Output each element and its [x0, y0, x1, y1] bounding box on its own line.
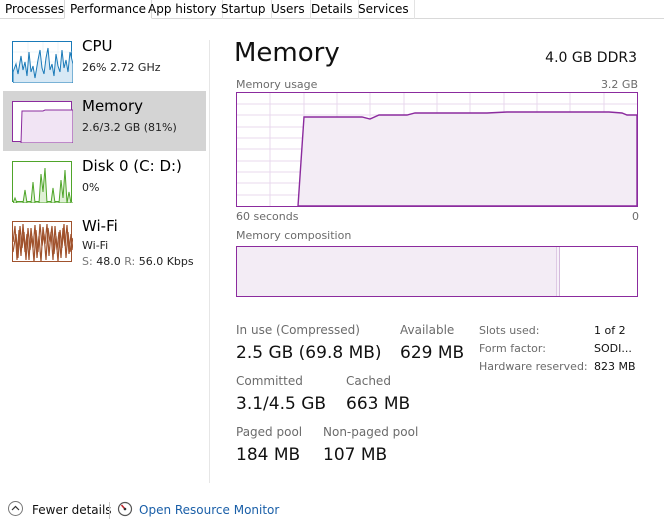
non-paged-pool-label: Non-paged pool: [323, 425, 419, 439]
cpu-graph-icon: [12, 41, 73, 83]
in-use-label: In use (Compressed): [236, 323, 360, 337]
footer-bar: Fewer details Open Resource Monitor: [0, 494, 664, 530]
slots-used-value: 1 of 2: [594, 324, 626, 337]
sidebar-item-disk[interactable]: Disk 0 (C: D:) 0%: [3, 151, 206, 211]
sidebar-item-title: Disk 0 (C: D:): [82, 157, 182, 175]
chevron-up-icon[interactable]: [8, 501, 23, 516]
receive-value: 56.0 Kbps: [138, 255, 194, 268]
slots-used-label: Slots used:: [479, 324, 540, 337]
paged-pool-label: Paged pool: [236, 425, 303, 439]
send-label: S:: [82, 255, 93, 268]
sidebar-item-title: Memory: [82, 97, 144, 115]
sidebar-item-throughput: S: 48.0 R: 56.0 Kbps: [82, 255, 194, 268]
sidebar-item-title: CPU: [82, 37, 113, 55]
tab-processes[interactable]: Processes: [0, 0, 71, 19]
sidebar-item-subtitle: 26% 2.72 GHz: [82, 61, 161, 74]
footer-separator: [109, 502, 110, 519]
open-resource-monitor-link[interactable]: Open Resource Monitor: [139, 503, 279, 517]
memory-composition-bar: [236, 246, 638, 297]
resource-sidebar: CPU 26% 2.72 GHz Memory 2.6/3.2 GB (81%)…: [0, 30, 208, 485]
send-value: 48.0: [96, 255, 121, 268]
cached-label: Cached: [346, 374, 391, 388]
memory-spec: 4.0 GB DDR3: [545, 50, 637, 66]
composition-label: Memory composition: [236, 229, 352, 242]
committed-value: 3.1/4.5 GB: [236, 394, 327, 414]
hardware-reserved-value: 823 MB: [594, 360, 636, 373]
tab-users[interactable]: Users: [266, 0, 311, 19]
sidebar-item-cpu[interactable]: CPU 26% 2.72 GHz: [3, 31, 206, 91]
graph-time-left: 60 seconds: [236, 210, 299, 223]
disk-graph-icon: [12, 161, 73, 203]
available-value: 629 MB: [400, 343, 465, 363]
memory-usage-graph: [236, 92, 638, 207]
sidebar-item-subtitle: 0%: [82, 181, 100, 194]
page-title: Memory: [234, 38, 340, 68]
sidebar-item-title: Wi-Fi: [82, 217, 118, 235]
tab-app-history[interactable]: App history: [143, 0, 223, 19]
available-label: Available: [400, 323, 455, 337]
tab-startup[interactable]: Startup: [216, 0, 272, 19]
receive-label: R:: [124, 255, 136, 268]
paged-pool-value: 184 MB: [236, 445, 301, 465]
tab-bar: Processes Performance App history Startu…: [0, 0, 664, 19]
sidebar-item-subtitle: 2.6/3.2 GB (81%): [82, 121, 177, 134]
memory-graph-icon: [12, 101, 73, 143]
wifi-graph-icon: [12, 221, 73, 263]
form-factor-label: Form factor:: [479, 342, 546, 355]
tab-details[interactable]: Details: [306, 0, 359, 19]
resource-monitor-icon[interactable]: [117, 501, 133, 517]
in-use-value: 2.5 GB (69.8 MB): [236, 343, 382, 363]
usage-graph-max: 3.2 GB: [600, 78, 638, 91]
tab-services[interactable]: Services: [353, 0, 415, 19]
non-paged-pool-value: 107 MB: [323, 445, 388, 465]
cached-value: 663 MB: [346, 394, 411, 414]
graph-time-right: 0: [632, 210, 639, 223]
usage-graph-label: Memory usage: [236, 78, 318, 91]
fewer-details-button[interactable]: Fewer details: [32, 503, 112, 517]
sidebar-item-memory[interactable]: Memory 2.6/3.2 GB (81%): [3, 91, 206, 151]
sidebar-item-subtitle: Wi-Fi: [82, 239, 109, 252]
hardware-reserved-label: Hardware reserved:: [479, 360, 588, 373]
sidebar-item-wifi[interactable]: Wi-Fi Wi-Fi S: 48.0 R: 56.0 Kbps: [3, 211, 206, 271]
panel-divider: [209, 40, 210, 483]
form-factor-value: SODI...: [594, 342, 632, 355]
committed-label: Committed: [236, 374, 303, 388]
tab-performance[interactable]: Performance: [64, 0, 153, 19]
